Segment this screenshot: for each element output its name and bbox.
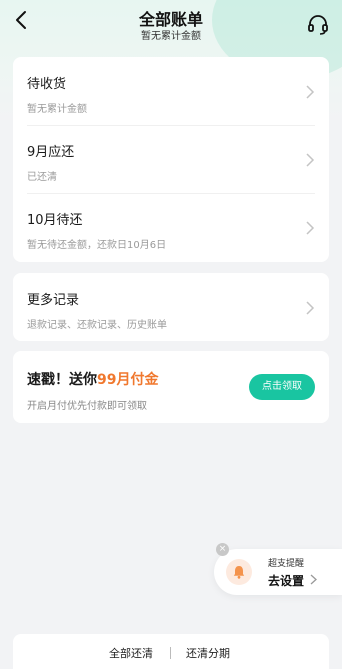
reminder-label: 超支提醒 <box>268 559 305 569</box>
reminder-action[interactable]: 去设置 <box>268 572 304 589</box>
more-records-item[interactable]: 更多记录 退款记录、还款记录、历史账单 <box>13 273 329 341</box>
headset-icon[interactable] <box>306 12 330 36</box>
bill-screen: 全部账单 暂无累计金额 待收货 暂无累计金额 9月应还 已还清 10月待还 暂无… <box>0 0 342 669</box>
promo-title-highlight: 99月付金 <box>97 372 159 388</box>
chevron-right-icon <box>306 153 315 167</box>
overspend-reminder-widget[interactable]: × 超支提醒 去设置 <box>214 543 342 595</box>
bill-list-card: 待收货 暂无累计金额 9月应还 已还清 10月待还 暂无待还金额，还款日10月6… <box>13 57 329 262</box>
list-item-september-due[interactable]: 9月应还 已还清 <box>13 125 329 193</box>
list-item-october-pending[interactable]: 10月待还 暂无待还金额，还款日10月6日 <box>13 193 329 261</box>
page-subtitle: 暂无累计金额 <box>141 31 201 42</box>
list-item-title: 9月应还 <box>27 145 75 160</box>
chevron-right-icon <box>306 301 315 315</box>
bell-icon <box>233 566 245 579</box>
close-icon[interactable]: × <box>216 543 229 556</box>
claim-button[interactable]: 点击领取 <box>249 374 315 400</box>
list-item-subtitle: 暂无累计金额 <box>27 104 87 115</box>
list-item-pending-receipt[interactable]: 待收货 暂无累计金额 <box>13 57 329 125</box>
header: 全部账单 暂无累计金额 <box>0 0 342 48</box>
chevron-right-icon <box>310 574 317 585</box>
promo-card: 速戳！送你99月付金 开启月付优先付款即可领取 点击领取 <box>13 351 329 423</box>
chevron-right-icon <box>306 85 315 99</box>
list-item-subtitle: 已还清 <box>27 172 57 183</box>
chevron-right-icon <box>306 221 315 235</box>
pay-installments-button[interactable]: 还清分期 <box>186 645 230 661</box>
list-item-title: 待收货 <box>27 77 67 92</box>
list-item-title: 10月待还 <box>27 213 83 228</box>
pay-all-button[interactable]: 全部还清 <box>109 645 153 661</box>
bell-badge <box>226 559 252 585</box>
more-records-title: 更多记录 <box>27 293 80 308</box>
more-records-subtitle: 退款记录、还款记录、历史账单 <box>27 320 167 331</box>
promo-title-prefix: 速戳！送你 <box>27 372 97 388</box>
list-item-subtitle: 暂无待还金额，还款日10月6日 <box>27 240 167 251</box>
divider <box>170 647 171 659</box>
bottom-action-bar: 全部还清 还清分期 <box>13 634 329 669</box>
more-records-card: 更多记录 退款记录、还款记录、历史账单 <box>13 273 329 341</box>
